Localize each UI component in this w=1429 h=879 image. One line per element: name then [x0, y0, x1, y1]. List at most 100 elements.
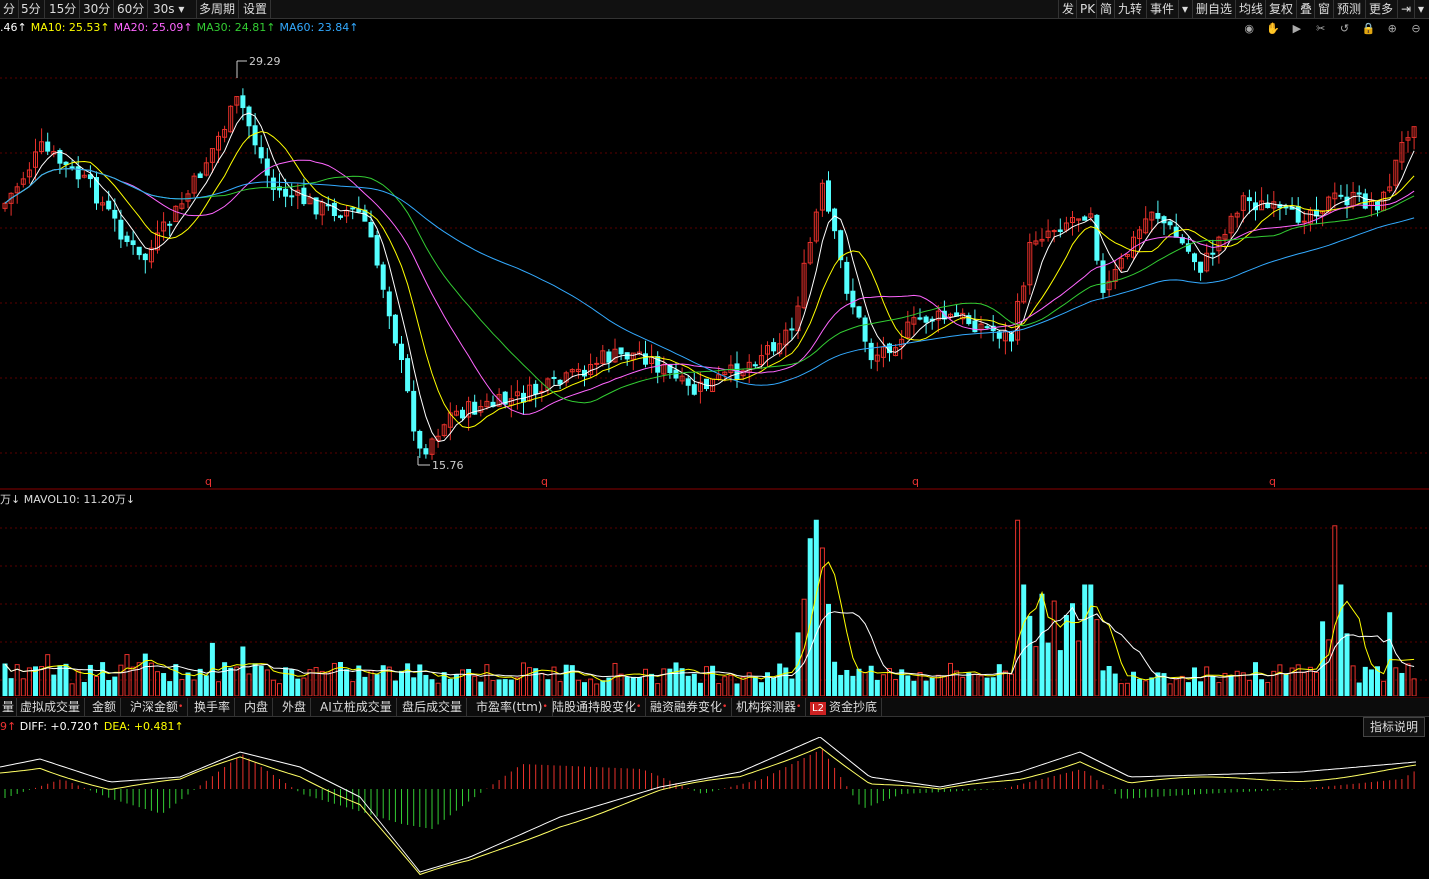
toolbar-jiuzhuan[interactable]: 九转 [1114, 0, 1145, 18]
undo-icon[interactable]: ↺ [1338, 22, 1352, 36]
period-60min[interactable]: 60分 [114, 0, 149, 18]
toolbar-fa[interactable]: 发 [1058, 0, 1077, 18]
period-15min[interactable]: 15分 [46, 0, 81, 18]
volume-bar [185, 672, 191, 696]
volume-bar [368, 670, 374, 696]
toolbar-more[interactable]: 更多 [1365, 0, 1396, 18]
volume-bar [1039, 593, 1045, 696]
candle-body [417, 430, 423, 449]
candle-body [368, 222, 374, 238]
period-minute[interactable]: 分 [0, 0, 20, 18]
volume-bar [130, 666, 136, 696]
candle-body [392, 314, 398, 344]
period-30s-dropdown[interactable]: 30s ▾ [150, 0, 197, 18]
volume-bar [728, 675, 734, 696]
tab-institution[interactable]: 机构探测器• [732, 698, 807, 716]
toolbar-event[interactable]: 事件 [1146, 0, 1177, 18]
volume-bar [423, 674, 429, 696]
volume-bar [155, 671, 160, 696]
volume-bar [826, 603, 831, 696]
tab-amount[interactable]: 金额 [88, 698, 122, 716]
eye-icon[interactable]: ◉ [1242, 22, 1256, 36]
volume-bar [1283, 674, 1289, 696]
toolbar-dropdown[interactable]: ▾ [1178, 0, 1191, 18]
volume-bar [295, 678, 301, 696]
tab-ai-volume[interactable]: AI立桩成交量 [316, 698, 397, 716]
event-marker[interactable]: q [1269, 475, 1276, 488]
candle-body [832, 208, 838, 232]
candle-body [789, 328, 795, 331]
tab-inner[interactable]: 内盘 [240, 698, 274, 716]
volume-bar [447, 678, 453, 696]
indicator-explain-button[interactable]: 指标说明 [1362, 717, 1425, 737]
candle-body [130, 240, 136, 246]
volume-bar [978, 675, 984, 696]
period-30min[interactable]: 30分 [80, 0, 115, 18]
toolbar-window[interactable]: 窗 [1314, 0, 1333, 18]
toolbar-forecast[interactable]: 预测 [1333, 0, 1364, 18]
volume-bar [557, 681, 563, 696]
candle-body [704, 378, 709, 390]
candle-body [283, 188, 289, 197]
volume-bar [630, 676, 636, 696]
multi-period-button[interactable]: 多周期 [196, 0, 240, 18]
zoom-out-icon[interactable]: ⊖ [1409, 22, 1423, 36]
l2-badge: L2 [810, 702, 826, 715]
period-5min[interactable]: 5分 [18, 0, 45, 18]
scissors-icon[interactable]: ✂ [1314, 22, 1328, 36]
toolbar-simple[interactable]: 简 [1096, 0, 1115, 18]
volume-bar [496, 679, 502, 696]
candle-body [142, 253, 148, 261]
volume-chart[interactable] [0, 508, 1429, 696]
tab-volume[interactable]: 量 [0, 698, 18, 716]
tab-after-hours[interactable]: 盘后成交量 [398, 698, 468, 716]
candle-body [923, 316, 929, 323]
tab-outer[interactable]: 外盘 [278, 698, 312, 716]
volume-bar [990, 677, 996, 696]
candle-body [752, 364, 758, 367]
volume-bar [270, 679, 276, 696]
event-marker[interactable]: q [205, 475, 212, 488]
volume-bar [1002, 670, 1008, 696]
tab-hs-amount[interactable]: 沪深金额• [126, 698, 189, 716]
volume-bar [1094, 619, 1100, 696]
macd-chart[interactable] [0, 737, 1429, 879]
tab-northbound[interactable]: 陆股通持股变化• [548, 698, 647, 716]
chevron-down-icon[interactable]: ▾ [1414, 0, 1427, 18]
volume-bar [1411, 678, 1417, 696]
candle-body [399, 343, 404, 361]
zoom-in-icon[interactable]: ⊕ [1385, 22, 1399, 36]
volume-bar [600, 680, 606, 696]
candle-body [1356, 192, 1362, 195]
volume-bar [1368, 669, 1374, 696]
candle-body [118, 219, 124, 240]
toolbar-remove-watch[interactable]: 删自选 [1192, 0, 1235, 18]
tab-fund-bottom[interactable]: L2 资金抄底 [806, 698, 882, 716]
candle-body [691, 384, 697, 395]
volume-bar [319, 670, 325, 696]
hand-icon[interactable]: ✋ [1266, 22, 1280, 36]
toolbar-ma[interactable]: 均线 [1235, 0, 1266, 18]
volume-bar [899, 669, 905, 696]
volume-bar [1332, 525, 1338, 696]
event-marker[interactable]: q [912, 475, 919, 488]
volume-bar [411, 677, 417, 696]
volume-bar [301, 677, 307, 696]
candlestick-chart[interactable]: 29.29 15.76 q q q q [0, 38, 1429, 490]
tab-pe[interactable]: 市盈率(ttm)• [472, 698, 553, 716]
toolbar-adjust[interactable]: 复权 [1265, 0, 1296, 18]
event-marker[interactable]: q [541, 475, 548, 488]
candle-body [106, 200, 112, 210]
play-icon[interactable]: ▶ [1290, 22, 1304, 36]
toolbar-pk[interactable]: PK [1076, 0, 1098, 18]
settings-button[interactable]: 设置 [240, 0, 272, 18]
tab-virtual-volume[interactable]: 虚拟成交量 [16, 698, 86, 716]
tab-turnover[interactable]: 换手率 [190, 698, 236, 716]
toolbar-overlay[interactable]: 叠 [1296, 0, 1315, 18]
candle-body [1301, 220, 1307, 223]
exit-icon[interactable]: ⇥ [1397, 0, 1414, 18]
ma20-line [4, 159, 1415, 415]
lock-icon[interactable]: 🔒 [1361, 22, 1375, 36]
tab-margin[interactable]: 融资融券变化• [646, 698, 733, 716]
diff-line [0, 737, 1417, 873]
